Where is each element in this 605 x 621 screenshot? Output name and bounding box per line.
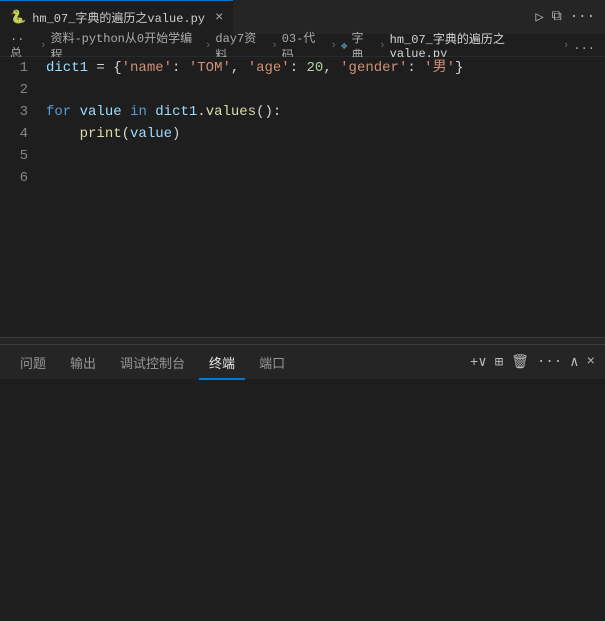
add-terminal-button[interactable]: +∨ xyxy=(470,354,487,371)
tab-output-label: 输出 xyxy=(70,353,96,372)
breadcrumb-sep-5: › xyxy=(379,40,386,52)
tab-close-button[interactable]: × xyxy=(215,10,223,26)
breadcrumb-ellipsis[interactable]: ... xyxy=(573,39,595,53)
python-file-icon: 🐍 xyxy=(10,10,26,25)
panel-tab-bar: 问题 输出 调试控制台 终端 端口 +∨ ⊞ 🗑 ··· ∧ × xyxy=(0,345,605,380)
code-line-2 xyxy=(38,79,605,101)
breadcrumb-sep-1: › xyxy=(40,40,47,52)
collapse-panel-button[interactable]: ∧ xyxy=(570,354,578,371)
more-panel-button[interactable]: ··· xyxy=(537,354,562,370)
tab-label: hm_07_字典的遍历之value.py xyxy=(32,9,205,26)
tab-problems-label: 问题 xyxy=(20,353,46,372)
more-actions-button[interactable]: ··· xyxy=(570,9,595,25)
breadcrumb-sep-6: › xyxy=(563,40,570,52)
line-numbers: 1 2 3 4 5 6 xyxy=(0,57,38,189)
breadcrumb-sep-2: › xyxy=(205,40,212,52)
code-line-1: dict1 = { 'name' : 'TOM' , 'age' : 20 , … xyxy=(38,57,605,79)
breadcrumb-sep-4: › xyxy=(330,40,337,52)
line-num-5: 5 xyxy=(0,145,28,167)
code-line-6 xyxy=(38,167,605,189)
kill-terminal-button[interactable]: 🗑 xyxy=(511,354,529,371)
tab-problems[interactable]: 问题 xyxy=(10,345,56,380)
tab-terminal[interactable]: 终端 xyxy=(199,345,245,380)
editor-area: 1 2 3 4 5 6 dict1 = { 'name' : 'TOM' , '… xyxy=(0,57,605,337)
line-num-2: 2 xyxy=(0,79,28,101)
close-panel-button[interactable]: × xyxy=(587,354,595,370)
tab-ports[interactable]: 端口 xyxy=(249,345,295,380)
terminal-content xyxy=(0,380,605,392)
tab-debug-label: 调试控制台 xyxy=(120,353,185,372)
tab-debug-console[interactable]: 调试控制台 xyxy=(110,345,195,380)
breadcrumb: ..总 › 资料-python从0开始学编程 › day7资料 › 03-代码 … xyxy=(0,35,605,57)
code-area[interactable]: dict1 = { 'name' : 'TOM' , 'age' : 20 , … xyxy=(38,57,605,189)
split-editor-button[interactable]: ⧉ xyxy=(552,9,562,25)
code-line-4: print ( value ) xyxy=(38,123,605,145)
run-button[interactable]: ▷ xyxy=(535,9,543,26)
code-line-3: for value in dict1 . values (): xyxy=(38,101,605,123)
tab-ports-label: 端口 xyxy=(259,353,285,372)
breadcrumb-dict-icon: ❖ xyxy=(341,39,348,53)
line-num-4: 4 xyxy=(0,123,28,145)
split-terminal-button[interactable]: ⊞ xyxy=(495,354,503,371)
tab-actions: ▷ ⧉ ··· xyxy=(535,9,605,26)
panel-actions: +∨ ⊞ 🗑 ··· ∧ × xyxy=(470,354,595,371)
line-num-6: 6 xyxy=(0,167,28,189)
breadcrumb-sep-3: › xyxy=(271,40,278,52)
tab-terminal-label: 终端 xyxy=(209,353,235,372)
code-line-5 xyxy=(38,145,605,167)
tab-output[interactable]: 输出 xyxy=(60,345,106,380)
line-num-1: 1 xyxy=(0,57,28,79)
token-dict1: dict1 xyxy=(46,57,88,79)
terminal-panel[interactable] xyxy=(0,380,605,621)
line-num-3: 3 xyxy=(0,101,28,123)
